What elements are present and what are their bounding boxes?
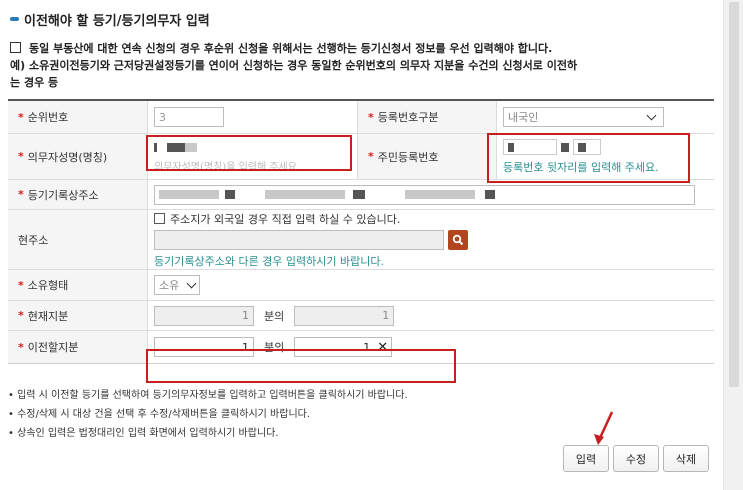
notice-checkbox-icon bbox=[10, 42, 21, 53]
scrollbar-thumb[interactable] bbox=[729, 2, 739, 387]
edit-button[interactable]: 수정 bbox=[613, 445, 659, 472]
obligor-name-label: * 의무자성명(명칭) bbox=[8, 134, 148, 179]
note-1: • 입력 시 이전할 등기를 선택하여 등기의무자정보를 입력하고 입력버튼을 … bbox=[8, 390, 408, 401]
current-address-hint: 등기기록상주소와 다른 경우 입력하시기 바랍니다. bbox=[154, 254, 385, 268]
section-header: 이전해야 할 등기/등기의무자 입력 bbox=[10, 10, 210, 29]
foreign-address-checkbox-label: 주소지가 외국일 경우 직접 입력 하실 수 있습니다. bbox=[170, 212, 401, 226]
ownership-type-label: * 소유형태 bbox=[8, 270, 148, 300]
reg-type-selected: 내국인 bbox=[508, 111, 539, 124]
title-bullet-icon bbox=[10, 17, 19, 21]
form-row-current-address: 현주소 주소지가 외국일 경우 직접 입력 하실 수 있습니다. 등기기록상주소… bbox=[8, 210, 714, 270]
reg-type-label: * 등록번호구분 bbox=[357, 101, 497, 133]
address-search-button[interactable] bbox=[448, 229, 468, 250]
chevron-down-icon bbox=[646, 110, 657, 120]
notice-line-3: 는 경우 등 bbox=[10, 76, 59, 89]
input-button[interactable]: 입력 bbox=[563, 445, 609, 472]
form-row-rank: * 순위번호 3 * 등록번호구분 내국인 bbox=[8, 101, 714, 134]
form-row-ownership: * 소유형태 소유 bbox=[8, 270, 714, 301]
reg-address-input[interactable] bbox=[154, 184, 695, 205]
highlight-obligor-name bbox=[146, 135, 352, 171]
rank-no-label: * 순위번호 bbox=[8, 101, 148, 133]
notice-block: 동일 부동산에 대한 연속 신청의 경우 후순위 신청을 위해서는 선행하는 등… bbox=[10, 40, 710, 91]
search-icon bbox=[452, 234, 464, 245]
ownership-type-selected: 소유 bbox=[159, 279, 180, 292]
current-share-numerator[interactable]: 1 bbox=[154, 305, 254, 326]
transfer-share-label: * 이전할지분 bbox=[8, 331, 148, 363]
highlight-resident-no bbox=[487, 133, 690, 183]
notice-line-1: 동일 부동산에 대한 연속 신청의 경우 후순위 신청을 위해서는 선행하는 등… bbox=[10, 40, 710, 57]
notice-line-2: 예) 소유권이전등기와 근저당권설정등기를 연이어 신청하는 경우 동일한 순위… bbox=[10, 59, 578, 72]
resident-no-label: * 주민등록번호 bbox=[357, 134, 497, 179]
reg-address-label: * 등기기록상주소 bbox=[8, 180, 148, 209]
chevron-down-icon bbox=[186, 278, 197, 288]
vertical-scrollbar[interactable] bbox=[723, 0, 743, 490]
notes-list: • 입력 시 이전할 등기를 선택하여 등기의무자정보를 입력하고 입력버튼을 … bbox=[8, 386, 408, 443]
reg-type-select[interactable]: 내국인 bbox=[503, 107, 664, 127]
notice-text-1: 동일 부동산에 대한 연속 신청의 경우 후순위 신청을 위해서는 선행하는 등… bbox=[29, 42, 553, 55]
rank-no-input[interactable]: 3 bbox=[154, 107, 224, 127]
current-share-between: 분의 bbox=[264, 309, 285, 323]
current-address-input[interactable] bbox=[154, 229, 444, 250]
delete-button[interactable]: 삭제 bbox=[663, 445, 709, 472]
highlight-transfer-share bbox=[146, 349, 456, 383]
section-title: 이전해야 할 등기/등기의무자 입력 bbox=[24, 13, 210, 29]
ownership-type-select[interactable]: 소유 bbox=[154, 275, 200, 295]
current-share-denominator[interactable]: 1 bbox=[294, 305, 395, 326]
note-2: • 수정/삭제 시 대상 건을 선택 후 수정/삭제버튼을 클릭하시기 바랍니다… bbox=[8, 409, 311, 420]
current-address-label: 현주소 bbox=[8, 210, 148, 269]
foreign-address-checkbox[interactable] bbox=[154, 213, 165, 224]
note-3: • 상속인 입력은 법정대리인 입력 화면에서 입력하시기 바랍니다. bbox=[8, 428, 279, 439]
form-row-reg-address: * 등기기록상주소 bbox=[8, 180, 714, 210]
annotation-arrow-icon bbox=[594, 411, 614, 445]
form-row-current-share: * 현재지분 1 분의 1 bbox=[8, 301, 714, 331]
current-share-label: * 현재지분 bbox=[8, 301, 148, 330]
